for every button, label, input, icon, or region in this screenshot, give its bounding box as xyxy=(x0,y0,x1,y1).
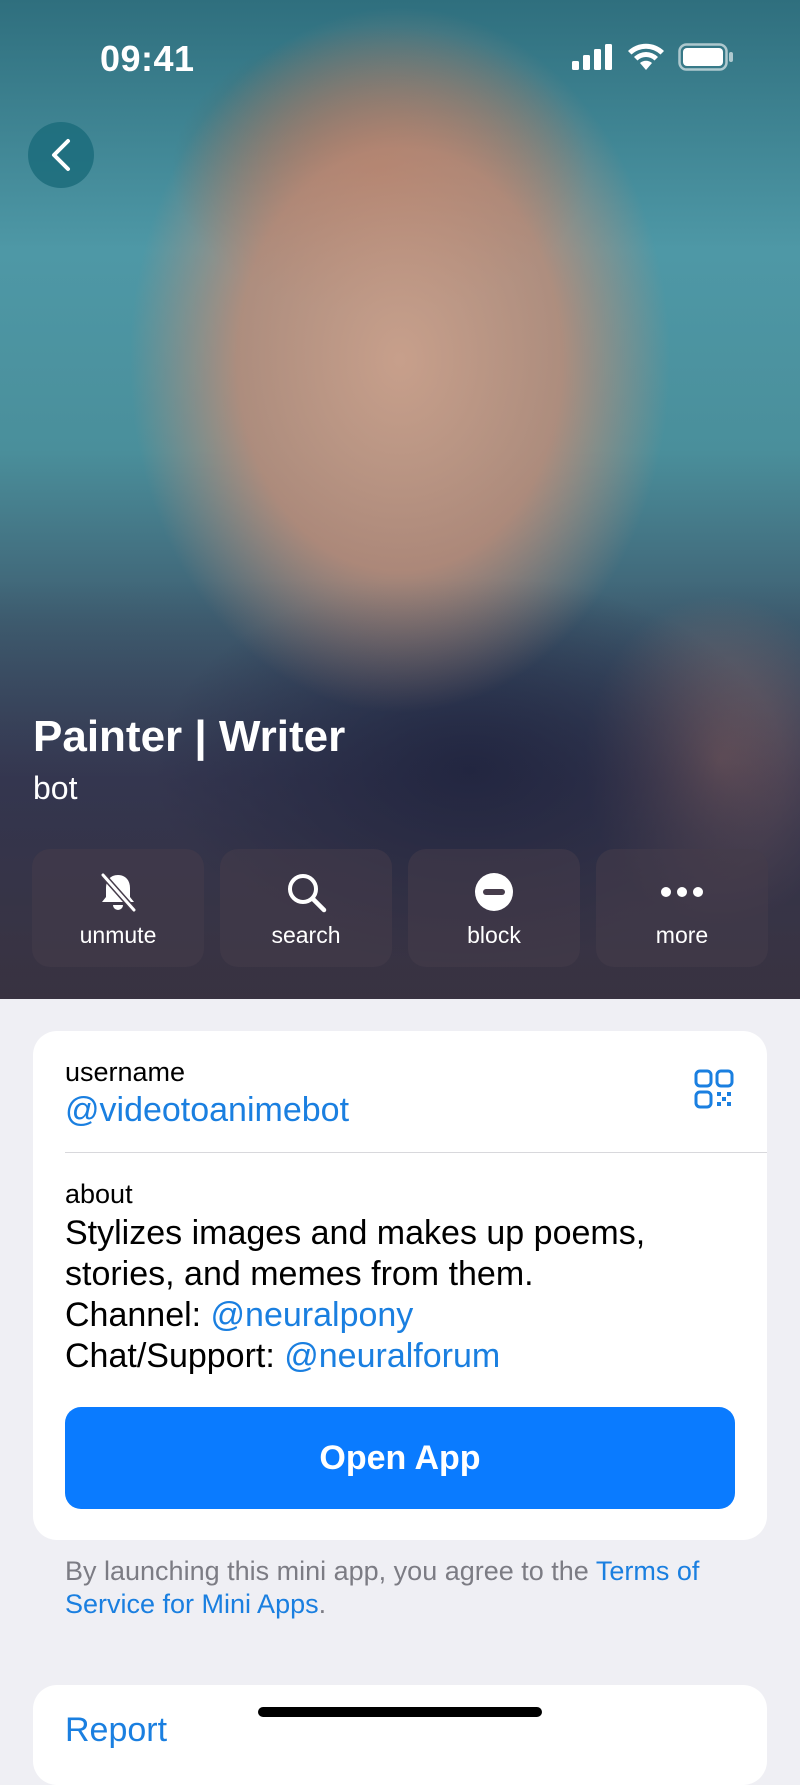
unmute-button[interactable]: unmute xyxy=(32,849,204,967)
home-indicator[interactable] xyxy=(258,1707,542,1717)
support-prefix: Chat/Support: xyxy=(65,1337,285,1375)
info-card: username @videotoanimebot about Stylizes… xyxy=(33,1031,767,1540)
action-bar: unmute search block more xyxy=(32,849,768,967)
disclaimer-text: By launching this mini app, you agree to… xyxy=(65,1556,596,1586)
bell-slash-icon xyxy=(100,872,137,912)
qr-code-icon[interactable] xyxy=(694,1069,734,1109)
wifi-icon xyxy=(628,43,664,70)
status-bar: 09:41 xyxy=(0,0,800,110)
back-button[interactable] xyxy=(28,122,94,188)
more-label: more xyxy=(655,921,709,948)
unmute-label: unmute xyxy=(79,921,157,948)
status-time: 09:41 xyxy=(100,38,195,79)
profile-type: bot xyxy=(33,770,78,806)
about-label: about xyxy=(65,1179,133,1209)
search-icon xyxy=(288,873,327,912)
username-link[interactable]: @videotoanimebot xyxy=(65,1091,349,1130)
divider xyxy=(65,1152,767,1153)
block-icon xyxy=(475,872,513,911)
signal-icon xyxy=(572,44,612,70)
profile-header: 09:41 Painter | Writer bot unmute search… xyxy=(0,0,800,999)
about-line: stories, and memes from them. xyxy=(65,1255,534,1293)
battery-icon xyxy=(678,43,733,71)
open-app-button[interactable]: Open App xyxy=(65,1407,735,1509)
more-icon xyxy=(661,886,703,897)
channel-prefix: Channel: xyxy=(65,1296,211,1334)
block-button[interactable]: block xyxy=(408,849,580,967)
disclaimer: By launching this mini app, you agree to… xyxy=(65,1555,755,1621)
block-label: block xyxy=(467,921,521,948)
search-label: search xyxy=(271,921,341,948)
username-label: username xyxy=(65,1057,186,1087)
about-text: Stylizes images and makes up poems, stor… xyxy=(65,1213,745,1377)
more-button[interactable]: more xyxy=(596,849,768,967)
chevron-left-icon xyxy=(52,139,70,171)
report-card: Report xyxy=(33,1685,767,1785)
channel-link[interactable]: @neuralpony xyxy=(211,1296,414,1334)
disclaimer-end: . xyxy=(318,1589,327,1619)
support-link[interactable]: @neuralforum xyxy=(284,1337,500,1375)
about-line: Stylizes images and makes up poems, xyxy=(65,1214,646,1252)
search-button[interactable]: search xyxy=(220,849,392,967)
profile-name: Painter | Writer xyxy=(33,712,346,761)
report-button[interactable]: Report xyxy=(65,1711,167,1750)
